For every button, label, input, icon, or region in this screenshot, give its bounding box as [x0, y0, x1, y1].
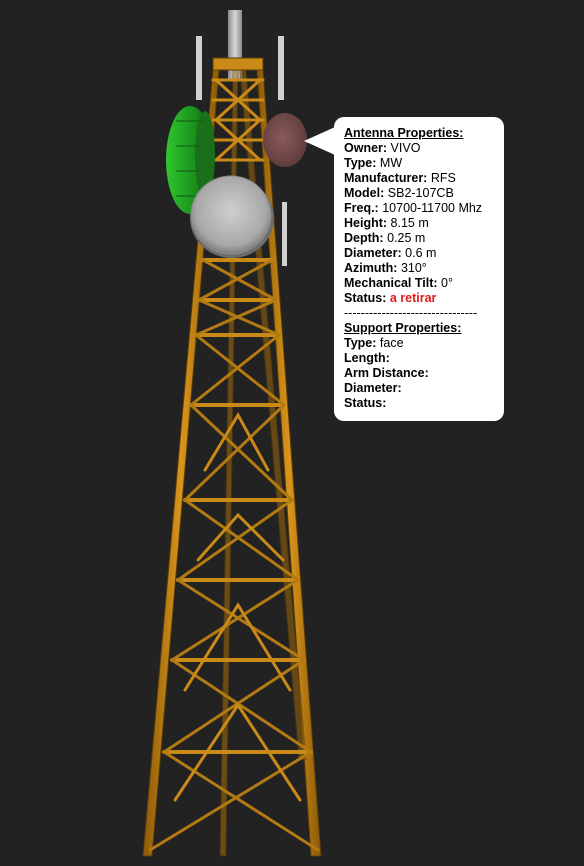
owner-row: Owner: VIVO [344, 141, 421, 155]
diameter-row: Diameter: 0.6 m [344, 246, 437, 260]
antenna-status-value: a retirar [389, 291, 437, 305]
depth-row: Depth: 0.25 m [344, 231, 426, 245]
brown-dish-antenna[interactable] [263, 113, 307, 167]
3d-viewport[interactable]: Antenna Properties: Owner: VIVO Type: MW… [0, 0, 584, 866]
support-length-row: Length: [344, 351, 390, 365]
separator-line: -------------------------------- [344, 306, 478, 320]
antenna-status-row: Status: a retirar [344, 291, 437, 305]
frequency-row: Freq.: 10700-11700 Mhz [344, 201, 483, 215]
height-row: Height: 8.15 m [344, 216, 429, 230]
tooltip-pointer [304, 127, 335, 155]
manufacturer-row: Manufacturer: RFS [344, 171, 456, 185]
grey-dish-antenna-selected[interactable] [190, 175, 274, 258]
antenna-properties-tooltip: Antenna Properties: Owner: VIVO Type: MW… [334, 117, 504, 421]
antenna-properties-title: Antenna Properties: [344, 126, 464, 140]
type-row: Type: MW [344, 156, 403, 170]
azimuth-row: Azimuth: 310° [344, 261, 427, 275]
mechanical-tilt-row: Mechanical Tilt: 0° [344, 276, 453, 290]
support-type-row: Type: face [344, 336, 404, 350]
support-diameter-row: Diameter: [344, 381, 402, 395]
support-status-row: Status: [344, 396, 387, 410]
support-properties-title: Support Properties: [344, 321, 462, 335]
support-arm-distance-row: Arm Distance: [344, 366, 429, 380]
model-row: Model: SB2-107CB [344, 186, 454, 200]
